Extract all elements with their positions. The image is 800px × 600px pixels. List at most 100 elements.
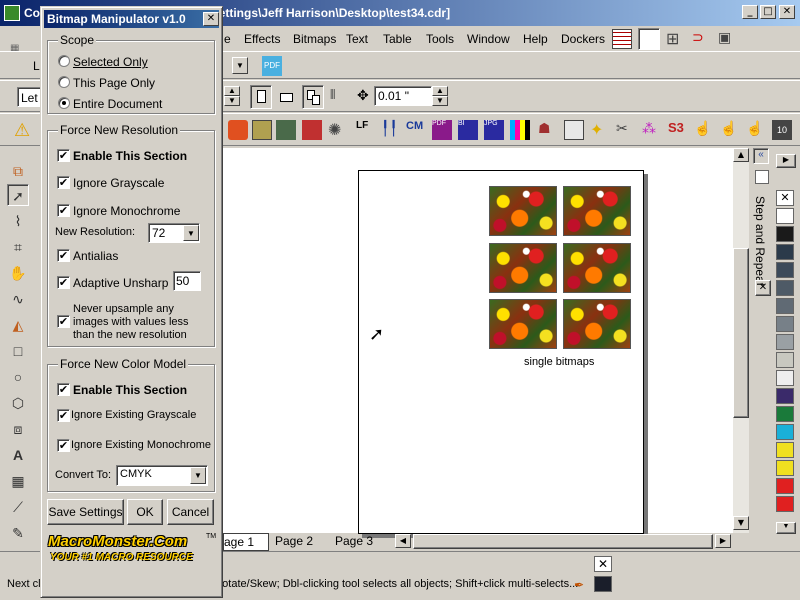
color-ignore-mono-label[interactable]: Ignore Existing Monochrome — [71, 439, 211, 451]
scroll-down-button[interactable]: ▼ — [733, 516, 749, 530]
macro-flowers-icon[interactable] — [228, 120, 248, 140]
menu-bitmaps[interactable]: Bitmaps — [293, 32, 336, 46]
never-upsample-line2[interactable]: images with values less — [73, 316, 189, 328]
color-ignore-gray-checkbox[interactable]: ✔ — [57, 409, 70, 422]
new-resolution-dropdown-button[interactable]: ▼ — [183, 225, 199, 241]
docker-close-button[interactable]: ✕ — [755, 280, 771, 296]
docker-collapse-icon[interactable]: « — [753, 148, 769, 164]
palette-swatch[interactable] — [776, 226, 794, 242]
scope-selected-only-label[interactable]: Selected Only — [73, 55, 148, 69]
palette-swatch[interactable] — [776, 352, 794, 368]
res-ignore-gray-label[interactable]: Ignore Grayscale — [73, 176, 164, 190]
scope-this-page-radio[interactable] — [58, 76, 70, 88]
scroll-up-button[interactable]: ▲ — [733, 148, 749, 162]
macro-diamond-icon[interactable]: ✦ — [590, 120, 610, 140]
palette-scroll-up[interactable]: ▶ — [776, 154, 796, 168]
window-icon[interactable]: ▣ — [718, 29, 738, 49]
macro-hand3-icon[interactable]: ☝ — [746, 120, 766, 140]
macro-bi-pdf-icon[interactable]: BI — [458, 120, 478, 140]
palette-swatch[interactable] — [776, 316, 794, 332]
macro-cmyk-icon[interactable] — [510, 120, 530, 140]
node-tool-icon[interactable]: ⌇ — [7, 210, 29, 232]
publish-icon[interactable]: PDF — [262, 56, 282, 76]
menu-edit[interactable]: e — [224, 32, 231, 46]
antialias-checkbox[interactable]: ✔ — [57, 249, 70, 262]
nudge-offset-field[interactable]: 0.01 " — [374, 86, 432, 106]
palette-swatch[interactable] — [776, 244, 794, 260]
nudge-spin-down[interactable]: ▼ — [432, 96, 448, 106]
scope-entire-document-label[interactable]: Entire Document — [73, 97, 162, 111]
rectangle-tool-icon[interactable]: □ — [7, 340, 29, 362]
macro-pins-icon[interactable]: ╿╿ — [381, 120, 401, 140]
nudge-spin-up[interactable]: ▲ — [432, 86, 448, 96]
pan-tool-icon[interactable]: ✋ — [7, 262, 29, 284]
vertical-scrollbar[interactable]: ▲ ▼ — [733, 148, 749, 533]
antialias-label[interactable]: Antialias — [73, 249, 118, 263]
width-spin-up[interactable]: ▲ — [224, 86, 240, 96]
hscroll-thumb[interactable] — [413, 534, 713, 549]
palette-scroll-down[interactable]: ▼ — [776, 522, 796, 534]
res-enable-label[interactable]: Enable This Section — [73, 149, 187, 163]
macro-jpg-icon[interactable]: JPG — [484, 120, 504, 140]
guides-icon[interactable]: ⊞ — [666, 29, 686, 49]
color-enable-label[interactable]: Enable This Section — [73, 383, 187, 397]
palette-swatch[interactable] — [776, 370, 794, 386]
macro-lf-icon[interactable]: LF — [356, 120, 376, 140]
menu-text[interactable]: Text — [346, 32, 368, 46]
color-ignore-mono-checkbox[interactable]: ✔ — [57, 439, 70, 452]
color-enable-checkbox[interactable]: ✔ — [57, 383, 70, 396]
res-enable-checkbox[interactable]: ✔ — [57, 149, 70, 162]
basic-shapes-icon[interactable]: ⧈ — [7, 418, 29, 440]
palette-swatch[interactable] — [776, 280, 794, 296]
macro-dots-icon[interactable]: ⁂ — [642, 120, 662, 140]
table-tool-icon[interactable]: ▦ — [7, 470, 29, 492]
macromonster-logo[interactable]: MacroMonster.Com TM YOUR #1 MACRO RESOUR… — [46, 533, 218, 567]
dialog-close-button[interactable]: ✕ — [203, 12, 219, 26]
never-upsample-line3[interactable]: than the new resolution — [73, 329, 187, 341]
adaptive-unsharp-label[interactable]: Adaptive Unsharp — [73, 276, 168, 290]
color-ignore-gray-label[interactable]: Ignore Existing Grayscale — [71, 409, 196, 421]
res-ignore-mono-checkbox[interactable]: ✔ — [57, 204, 70, 217]
eyedropper-tool-icon[interactable]: ✎ — [7, 522, 29, 544]
palette-swatch[interactable] — [776, 496, 794, 512]
scroll-thumb[interactable] — [733, 248, 749, 418]
portrait-icon[interactable] — [250, 85, 272, 109]
dialog-title-bar[interactable]: Bitmap Manipulator v1.0 — [44, 10, 219, 28]
palette-swatch[interactable] — [776, 208, 794, 224]
all-pages-icon[interactable] — [302, 85, 324, 109]
adaptive-unsharp-checkbox[interactable]: ✔ — [57, 276, 70, 289]
hscroll-left-button[interactable]: ◀ — [395, 534, 411, 548]
menu-help[interactable]: Help — [523, 32, 548, 46]
grid-icon[interactable] — [612, 29, 632, 49]
macro-cm-icon[interactable]: CM — [406, 120, 426, 140]
macro-ex-icon[interactable] — [276, 120, 296, 140]
dimension-tool-icon[interactable]: ⟋ — [7, 496, 29, 518]
snap-icon[interactable] — [638, 28, 660, 50]
convert-to-dropdown-button[interactable]: ▼ — [190, 467, 206, 484]
docker-tab-icon[interactable] — [755, 170, 769, 184]
freehand-tool-icon[interactable]: ∿ — [7, 288, 29, 310]
cancel-button[interactable]: Cancel — [167, 499, 214, 525]
bitmap-5[interactable] — [489, 299, 557, 349]
bitmap-1[interactable] — [489, 186, 557, 236]
document-page[interactable]: single bitmaps — [358, 170, 644, 534]
macro-hand1-icon[interactable]: ☝ — [694, 120, 714, 140]
text-tool-icon[interactable]: A — [7, 444, 29, 466]
page-tab-3[interactable]: Page 3 — [335, 534, 373, 548]
crop-tool-icon[interactable]: ⌗ — [7, 236, 29, 258]
maximize-button[interactable]: □ — [760, 5, 776, 19]
bitmap-3[interactable] — [489, 243, 557, 293]
pick-tool-icon[interactable]: ➚ — [7, 184, 29, 206]
menu-window[interactable]: Window — [467, 32, 510, 46]
units-icon[interactable]: ⫴ — [330, 87, 350, 107]
palette-swatch[interactable] — [776, 442, 794, 458]
scope-selected-only-radio[interactable] — [58, 55, 70, 67]
macro-person-icon[interactable]: ☗ — [538, 120, 558, 140]
polygon-tool-icon[interactable]: ⬡ — [7, 392, 29, 414]
macro-pdf-icon[interactable]: PDF — [432, 120, 452, 140]
minimize-button[interactable]: _ — [742, 5, 758, 19]
adaptive-unsharp-input[interactable]: 50 — [173, 271, 201, 291]
no-color-swatch[interactable]: ✕ — [776, 190, 794, 206]
page-tab-2[interactable]: Page 2 — [275, 534, 313, 548]
landscape-icon[interactable] — [278, 87, 298, 107]
